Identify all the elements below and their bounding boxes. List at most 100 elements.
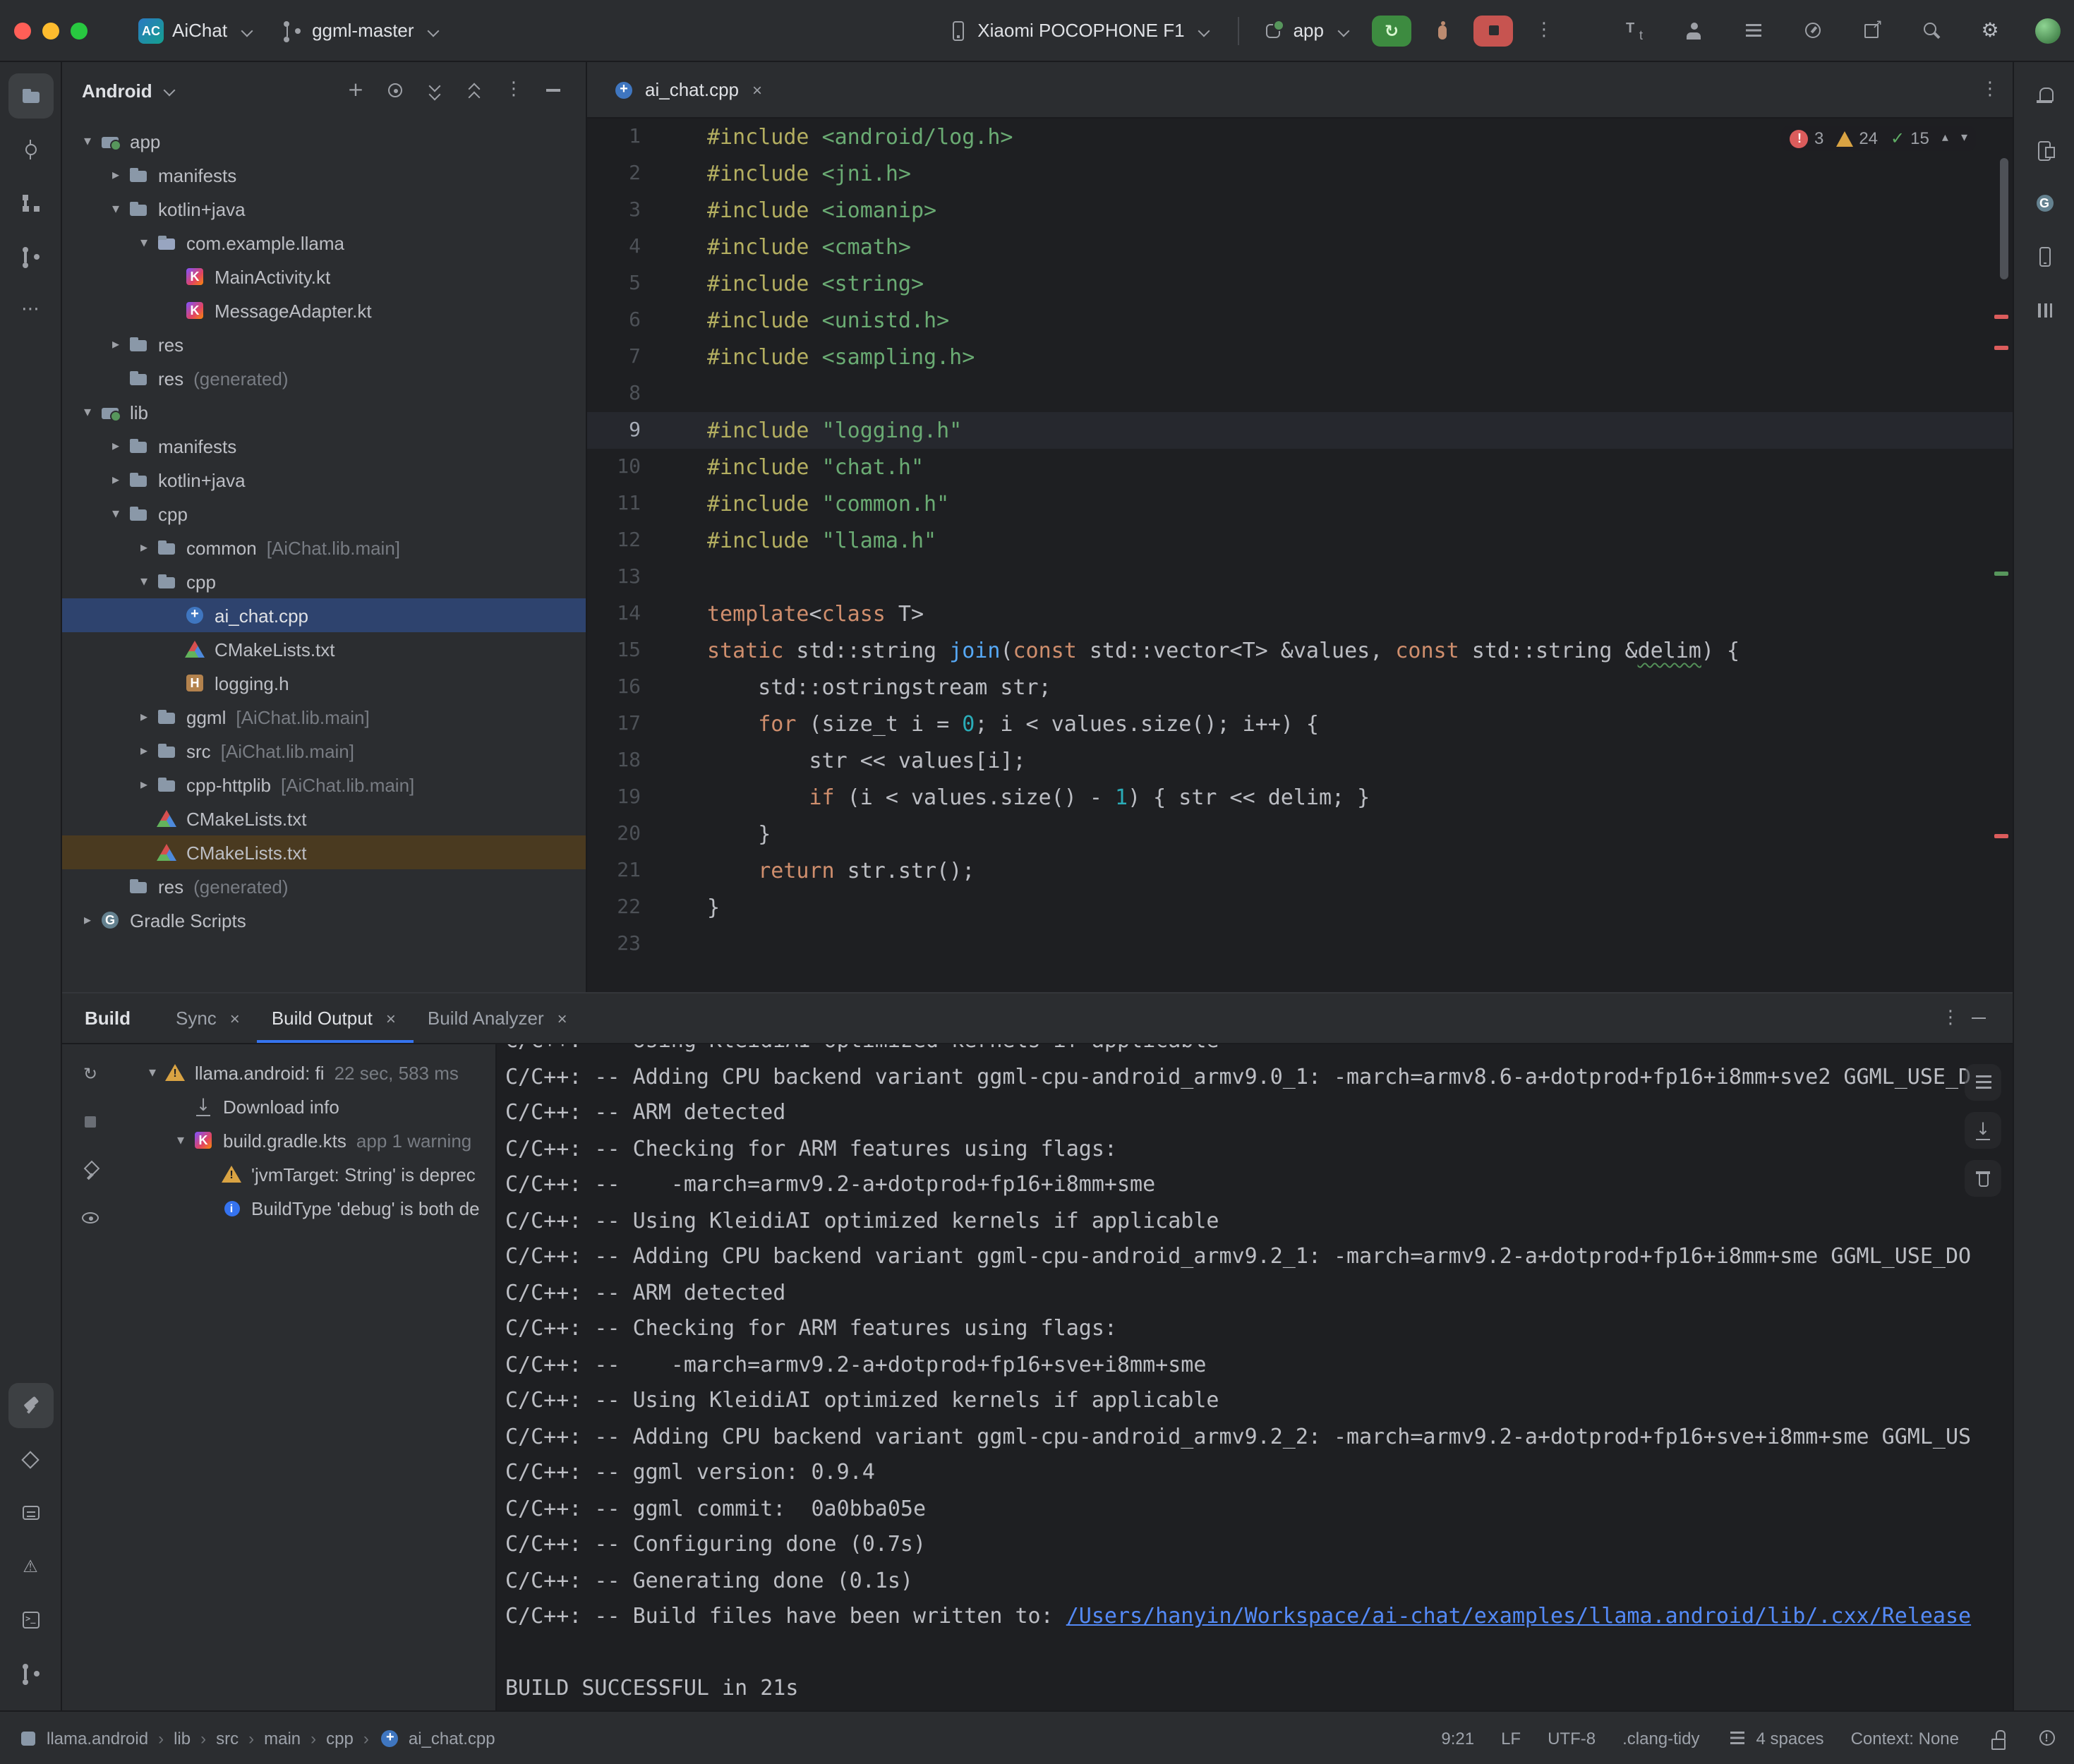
build-tool-button[interactable]	[8, 1383, 53, 1428]
code-line-22[interactable]: 22}	[587, 889, 2013, 926]
breadcrumb-ai-chat-cpp[interactable]: ai_chat.cpp	[379, 1727, 495, 1749]
breadcrumb-cpp[interactable]: cpp	[326, 1728, 354, 1748]
logcat-tool-button[interactable]	[8, 1490, 53, 1535]
build-tab-build-analyzer[interactable]: Build Analyzer	[414, 993, 585, 1043]
locate-file-button[interactable]	[377, 72, 414, 109]
code-line-23[interactable]: 23	[587, 926, 2013, 962]
next-problem-button[interactable]	[1961, 131, 1967, 145]
stripe-mark-ok[interactable]	[1994, 572, 2008, 576]
tree-item-cpp[interactable]: cpp	[62, 497, 586, 531]
tree-item-kotlin-java[interactable]: kotlin+java	[62, 463, 586, 497]
code-line-19[interactable]: 19 if (i < values.size() - 1) { str << d…	[587, 779, 2013, 816]
editor-scrollbar[interactable]	[2000, 158, 2008, 279]
code-line-17[interactable]: 17 for (size_t i = 0; i < values.size();…	[587, 706, 2013, 742]
tree-item-src[interactable]: src[AiChat.lib.main]	[62, 734, 586, 768]
tree-item-mainactivity-kt[interactable]: MainActivity.kt	[62, 260, 586, 294]
tree-item-kotlin-java[interactable]: kotlin+java	[62, 192, 586, 226]
project-widget[interactable]: AC AiChat	[127, 12, 270, 49]
add-button[interactable]	[337, 72, 374, 109]
build-console[interactable]: C/C++: -- Using KleidiAI optimized kerne…	[497, 1044, 2013, 1710]
tree-item-download-info[interactable]: Download info	[119, 1089, 495, 1123]
tree-item-res[interactable]: res(generated)	[62, 361, 586, 395]
collapse-all-button[interactable]	[456, 72, 493, 109]
terminal-tool-button[interactable]	[8, 1597, 53, 1643]
settings-button[interactable]	[1967, 8, 2013, 53]
tree-item-cmakelists-txt[interactable]: CMakeLists.txt	[62, 835, 586, 869]
tree-item-ai-chat-cpp[interactable]: ai_chat.cpp	[62, 598, 586, 632]
tree-item-buildtype-debug-is-both-de[interactable]: BuildType 'debug' is both de	[119, 1191, 495, 1225]
build-tab-build-output[interactable]: Build Output	[258, 993, 414, 1043]
code-line-2[interactable]: 2#include <jni.h>	[587, 155, 2013, 192]
code-line-4[interactable]: 4#include <cmath>	[587, 229, 2013, 265]
toggle-view-button[interactable]	[72, 1200, 109, 1236]
code-line-8[interactable]: 8	[587, 375, 2013, 412]
code-line-11[interactable]: 11#include "common.h"	[587, 485, 2013, 522]
gradle-tool-button[interactable]	[2022, 181, 2067, 226]
tree-item-app[interactable]: app	[62, 124, 586, 158]
close-window-button[interactable]	[14, 22, 31, 39]
search-everywhere-button[interactable]	[1908, 8, 1953, 53]
tree-item-messageadapter-kt[interactable]: MessageAdapter.kt	[62, 294, 586, 327]
stop-button[interactable]	[1473, 15, 1513, 46]
tree-item-build-gradle-kts[interactable]: build.gradle.ktsapp 1 warning	[119, 1123, 495, 1157]
breadcrumb-main[interactable]: main	[264, 1728, 301, 1748]
more-actions-button[interactable]	[1524, 15, 1564, 46]
more-tool-windows-button[interactable]	[8, 288, 53, 333]
project-view-selector[interactable]: Android	[82, 80, 152, 101]
code-line-10[interactable]: 10#include "chat.h"	[587, 449, 2013, 485]
close-tab-icon[interactable]	[554, 1008, 571, 1028]
stop-build-button[interactable]	[72, 1104, 109, 1140]
more-options-button[interactable]	[495, 72, 532, 109]
tree-item-com-example-llama[interactable]: com.example.llama	[62, 226, 586, 260]
zoom-window-button[interactable]	[71, 22, 88, 39]
version-control-tool-button[interactable]	[8, 1651, 53, 1696]
tree-item-cpp-httplib[interactable]: cpp-httplib[AiChat.lib.main]	[62, 768, 586, 802]
minimize-window-button[interactable]	[42, 22, 59, 39]
code-line-5[interactable]: 5#include <string>	[587, 265, 2013, 302]
device-explorer-button[interactable]	[2022, 127, 2067, 172]
stripe-mark-error[interactable]	[1994, 346, 2008, 350]
tree-item-ggml[interactable]: ggml[AiChat.lib.main]	[62, 700, 586, 734]
breadcrumb-src[interactable]: src	[216, 1728, 239, 1748]
code-line-9[interactable]: 9#include "logging.h"	[587, 412, 2013, 449]
status-clang-tidy[interactable]: .clang-tidy	[1622, 1728, 1699, 1748]
problems-tool-button[interactable]	[8, 1544, 53, 1589]
scroll-to-end-button[interactable]	[1965, 1112, 2001, 1149]
expand-all-button[interactable]	[416, 72, 453, 109]
code-line-20[interactable]: 20 }	[587, 816, 2013, 852]
app-insights-button[interactable]	[2022, 288, 2067, 333]
clear-all-button[interactable]	[1965, 1160, 2001, 1197]
prev-problem-button[interactable]	[1942, 131, 1948, 145]
inspections-widget[interactable]: !3 24 ✓15	[1782, 126, 1976, 151]
code-line-15[interactable]: 15static std::string join(const std::vec…	[587, 632, 2013, 669]
tree-item-manifests[interactable]: manifests	[62, 158, 586, 192]
commit-tool-button[interactable]	[8, 127, 53, 172]
editor-options-icon[interactable]	[1979, 78, 2001, 101]
tree-item-gradle-scripts[interactable]: Gradle Scripts	[62, 903, 586, 937]
device-manager-button[interactable]	[2022, 234, 2067, 279]
rerun-build-button[interactable]	[72, 1056, 109, 1092]
code-with-me-button[interactable]	[1671, 8, 1716, 53]
breadcrumb-lib[interactable]: lib	[174, 1728, 191, 1748]
pin-tab-button[interactable]	[72, 1152, 109, 1188]
build-variants-tool-button[interactable]	[8, 1437, 53, 1482]
device-selector[interactable]: Xiaomi POCOPHONE F1	[935, 13, 1226, 47]
notifications-button[interactable]	[2022, 73, 2067, 119]
soft-wrap-button[interactable]	[1965, 1064, 2001, 1101]
build-title[interactable]: Build	[85, 1008, 131, 1029]
editor-tab-ai-chat-cpp[interactable]: ai_chat.cpp	[598, 62, 780, 117]
code-line-6[interactable]: 6#include <unistd.h>	[587, 302, 2013, 339]
build-options-icon[interactable]	[1939, 1007, 1962, 1029]
status-caret-position[interactable]: 9:21	[1441, 1728, 1474, 1748]
status-lock[interactable]	[1986, 1727, 2008, 1749]
stripe-mark-error[interactable]	[1994, 834, 2008, 838]
code-line-16[interactable]: 16 std::ostringstream str;	[587, 669, 2013, 706]
tree-item-cpp[interactable]: cpp	[62, 564, 586, 598]
debug-button[interactable]	[1423, 15, 1462, 46]
code-line-13[interactable]: 13	[587, 559, 2013, 596]
console-link[interactable]: /Users/hanyin/Workspace/ai-chat/examples…	[1066, 1603, 1971, 1629]
close-tab-icon[interactable]	[749, 80, 766, 99]
rerun-app-button[interactable]	[1372, 15, 1411, 46]
status-indent[interactable]: 4 spaces	[1727, 1727, 1824, 1749]
tree-item--jvmtarget-string-is-deprec[interactable]: 'jvmTarget: String' is deprec	[119, 1157, 495, 1191]
